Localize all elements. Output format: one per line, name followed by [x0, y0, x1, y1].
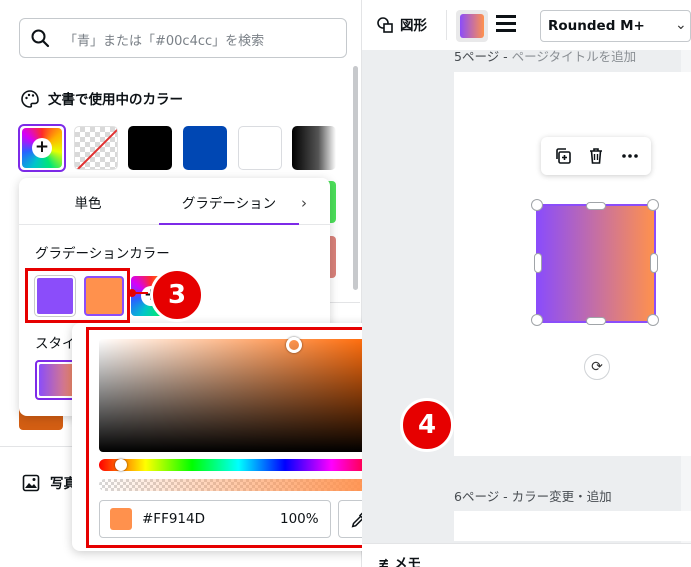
resize-handle-top-left[interactable] [531, 199, 543, 211]
shape-button[interactable]: 図形 [376, 14, 427, 34]
element-context-toolbar [541, 137, 651, 175]
annotation-box-3 [25, 268, 130, 323]
color-swatch-gradient-black[interactable] [292, 126, 336, 170]
resize-handle-bottom[interactable] [586, 317, 606, 325]
font-name: Rounded M+ [548, 18, 645, 34]
panel-scrollbar-thumb[interactable] [353, 66, 358, 290]
color-search-input[interactable]: 「青」または「#00c4cc」を検索 [19, 18, 347, 58]
tab-active-indicator [159, 223, 299, 225]
no-color-slash [76, 127, 117, 169]
resize-handle-bottom-left[interactable] [531, 314, 543, 326]
notes-label: メモ [394, 556, 422, 567]
trash-icon[interactable] [586, 146, 606, 166]
annotation-dot-3 [128, 289, 136, 297]
add-color-button[interactable]: + [18, 124, 66, 172]
annotation-connector-3 [134, 292, 148, 294]
fill-color-button[interactable] [456, 10, 488, 42]
resize-handle-left[interactable] [534, 253, 542, 273]
document-colors-title-text: 文書で使用中のカラー [48, 92, 183, 108]
tab-gradient[interactable]: グラデーション [159, 192, 299, 214]
page-6[interactable] [454, 511, 691, 541]
resize-handle-top[interactable] [586, 202, 606, 210]
tab-next-arrow[interactable]: › [301, 194, 307, 212]
search-icon [31, 29, 50, 48]
shape-icon [377, 17, 393, 33]
fill-color-preview [460, 14, 484, 38]
gradient-colors-title: グラデーションカラー [35, 246, 170, 262]
annotation-badge-4: 4 [400, 398, 454, 452]
top-toolbar: 図形 Rounded M+ ⌄ [362, 0, 691, 50]
rainbow-swatch: + [22, 128, 62, 168]
chevron-down-icon: ⌄ [675, 17, 687, 33]
search-placeholder: 「青」または「#00c4cc」を検索 [64, 34, 265, 49]
page-5-title-placeholder[interactable]: ページタイトルを追加 [512, 49, 637, 64]
transparent-color-swatch[interactable] [74, 126, 118, 170]
color-swatch-white[interactable] [238, 126, 282, 170]
palette-icon [21, 90, 39, 108]
more-icon[interactable] [620, 146, 640, 166]
page-5-number: 5ページ - [454, 49, 512, 64]
rotate-icon[interactable]: ⟳ [584, 354, 610, 380]
page-6-header: 6ページ - カラー変更・追加 [454, 489, 612, 504]
shape-label: 図形 [400, 18, 427, 34]
selected-gradient-rectangle[interactable] [531, 199, 659, 326]
color-swatch-blue[interactable] [183, 126, 227, 170]
image-icon [22, 474, 40, 492]
resize-handle-bottom-right[interactable] [647, 314, 659, 326]
resize-handle-right[interactable] [650, 253, 658, 273]
annotation-box-4 [86, 327, 388, 548]
section-divider [330, 302, 360, 303]
tab-solid-color[interactable]: 単色 [33, 192, 143, 214]
notes-icon: ≢ [378, 556, 395, 567]
notes-button[interactable]: ≢ メモ [378, 552, 421, 567]
border-style-icon[interactable] [496, 15, 516, 35]
resize-handle-top-right[interactable] [647, 199, 659, 211]
duplicate-icon[interactable] [553, 146, 573, 166]
document-colors-title: 文書で使用中のカラー [20, 88, 183, 108]
color-swatch-black[interactable] [128, 126, 172, 170]
toolbar-divider [446, 10, 447, 40]
annotation-badge-3: 3 [150, 268, 204, 322]
plus-icon: + [32, 138, 52, 158]
font-select[interactable]: Rounded M+ ⌄ [540, 10, 691, 42]
